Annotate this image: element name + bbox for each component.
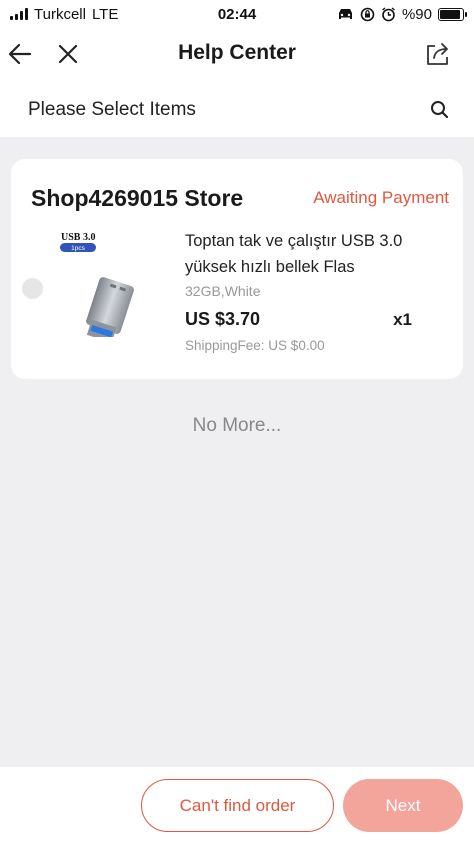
signal-icon <box>10 8 28 20</box>
product-variant: 32GB,White <box>185 283 261 299</box>
status-bar: Turkcell LTE 02:44 %90 <box>0 0 474 28</box>
order-list: Shop4269015 Store Awaiting Payment USB 3… <box>0 137 474 767</box>
alarm-icon <box>382 6 395 21</box>
no-more-label: No More... <box>192 415 282 436</box>
item-select-radio[interactable] <box>22 278 43 299</box>
bottom-action-bar: Can't find order Next <box>0 767 474 843</box>
product-price: US $3.70 <box>185 309 261 329</box>
screen-rotation-lock-icon <box>360 7 375 21</box>
product-thumbnail: USB 3.0 1pcs <box>57 227 149 343</box>
network-type: LTE <box>91 5 119 23</box>
nav-bar: Help Center <box>0 28 474 80</box>
product-title: Toptan tak ve çalıştır USB 3.0 yüksek hı… <box>185 232 403 276</box>
back-arrow-icon[interactable] <box>6 40 34 68</box>
status-left: Turkcell LTE <box>10 6 118 23</box>
order-card[interactable]: Shop4269015 Store Awaiting Payment USB 3… <box>11 159 463 379</box>
status-right: %90 <box>337 5 467 23</box>
next-button[interactable]: Next <box>343 779 463 832</box>
order-status: Awaiting Payment <box>313 188 449 207</box>
battery-percent: %90 <box>401 5 432 23</box>
share-icon[interactable] <box>424 40 452 68</box>
search-icon[interactable] <box>428 98 452 122</box>
battery-level <box>440 9 460 19</box>
thumb-label: USB 3.0 <box>61 232 95 243</box>
carrier-name: Turkcell <box>34 5 86 23</box>
close-icon[interactable] <box>54 40 82 68</box>
cant-find-order-button[interactable]: Can't find order <box>141 779 334 832</box>
store-name: Shop4269015 Store <box>31 185 244 211</box>
shipping-fee: ShippingFee: US $0.00 <box>185 338 325 353</box>
product-quantity: x1 <box>393 310 412 329</box>
select-items-header: Please Select Items <box>0 82 474 137</box>
car-icon <box>338 9 352 19</box>
help-center-screen: Turkcell LTE 02:44 %90 Help Center Pleas… <box>0 0 474 843</box>
battery-icon <box>438 7 467 21</box>
thumb-badge: 1pcs <box>71 245 85 252</box>
select-items-title: Please Select Items <box>28 98 196 120</box>
